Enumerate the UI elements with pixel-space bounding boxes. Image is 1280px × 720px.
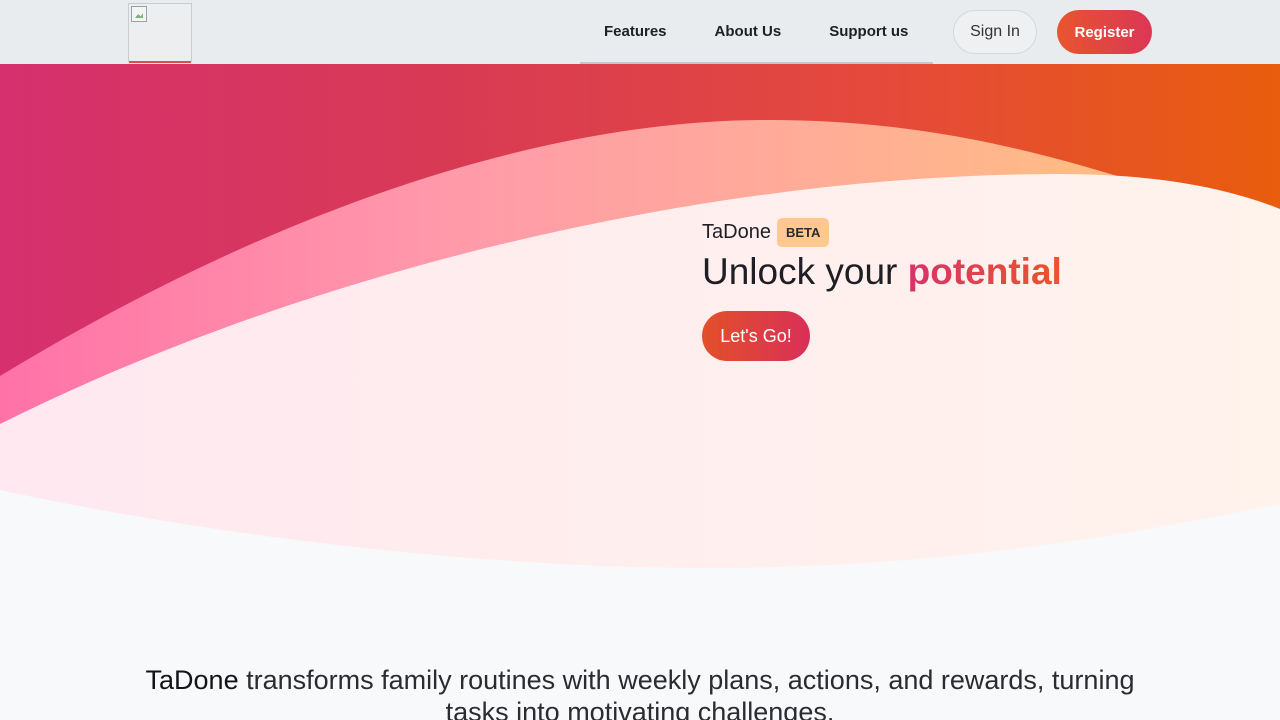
lets-go-button[interactable]: Let's Go! <box>702 311 810 361</box>
nav-links: Features About Us Support us <box>580 0 933 64</box>
description-text: transforms family routines with weekly p… <box>238 665 1135 720</box>
beta-badge: BETA <box>776 218 830 247</box>
broken-image-icon <box>131 6 147 22</box>
nav-link-about-us[interactable]: About Us <box>691 23 806 40</box>
logo-image[interactable] <box>128 3 192 63</box>
hero-section: TaDone BETA Unlock your potential Let's … <box>0 64 1280 584</box>
hero-wave-background <box>0 64 1280 584</box>
product-description: TaDone transforms family routines with w… <box>140 664 1140 720</box>
description-brand: TaDone <box>145 665 239 695</box>
headline-accent: potential <box>907 251 1062 292</box>
brand-row: TaDone BETA <box>702 218 1062 247</box>
sign-in-button[interactable]: Sign In <box>953 10 1037 54</box>
headline-prefix: Unlock your <box>702 251 908 292</box>
hero-headline: Unlock your potential <box>702 251 1062 293</box>
nav-link-support-us[interactable]: Support us <box>805 23 932 40</box>
hero-content: TaDone BETA Unlock your potential Let's … <box>702 218 1062 361</box>
nav-link-features[interactable]: Features <box>580 23 691 40</box>
navbar: Features About Us Support us Sign In Reg… <box>0 0 1280 64</box>
register-button[interactable]: Register <box>1057 10 1152 54</box>
brand-name: TaDone <box>702 221 771 243</box>
